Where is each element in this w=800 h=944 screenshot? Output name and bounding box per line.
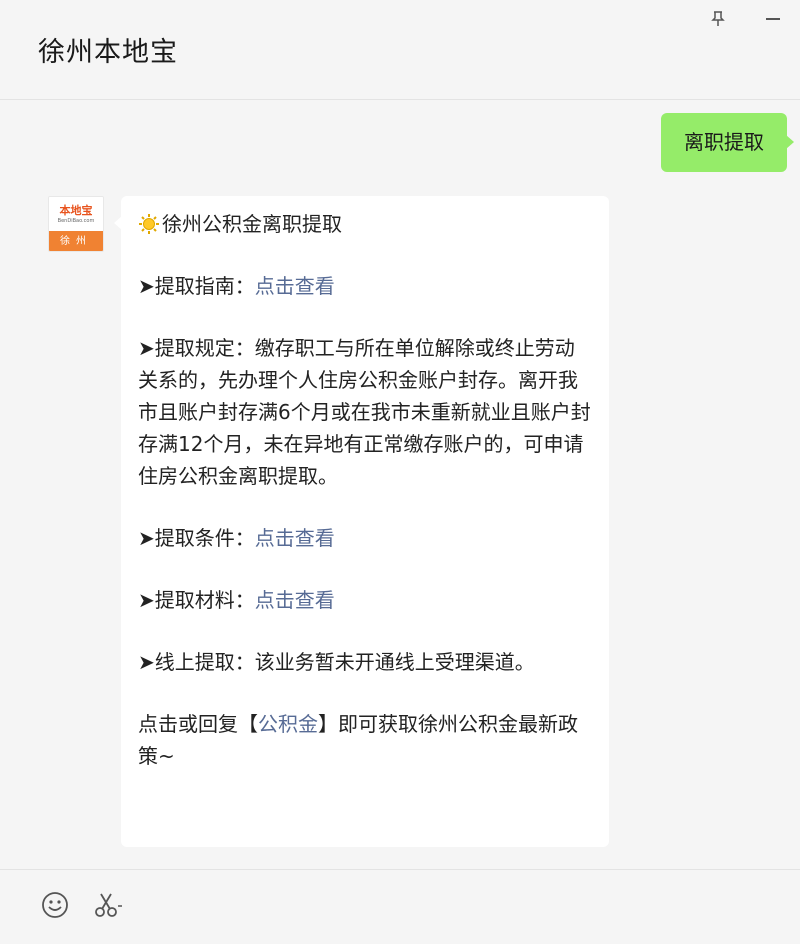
minimize-icon[interactable] xyxy=(762,8,784,30)
chat-title: 徐州本地宝 xyxy=(38,37,178,68)
avatar-sub: BenDiBao.com xyxy=(57,217,95,224)
message-title: 徐州公积金离职提取 xyxy=(138,208,592,240)
incoming-message[interactable]: 徐州公积金离职提取 ➤提取指南：点击查看 ➤提取规定：缴存职工与所在单位解除或终… xyxy=(114,196,609,847)
conditions-link[interactable]: 点击查看 xyxy=(255,526,335,550)
online-text: 该业务暂未开通线上受理渠道。 xyxy=(254,650,535,674)
chat-header: 徐州本地宝 xyxy=(0,0,800,100)
smile-icon[interactable] xyxy=(38,888,72,922)
rules-label: ➤提取规定： xyxy=(138,336,255,360)
sun-icon xyxy=(139,214,159,234)
avatar-city: 徐州 xyxy=(49,231,103,251)
rules-line: ➤提取规定：缴存职工与所在单位解除或终止劳动关系的，先办理个人住房公积金账户封存… xyxy=(138,332,592,492)
conditions-line: ➤提取条件：点击查看 xyxy=(138,522,592,554)
input-toolbar xyxy=(0,869,800,944)
footer-before: 点击或回复【 xyxy=(138,712,258,736)
outgoing-message[interactable]: 离职提取 xyxy=(661,113,794,172)
keyword-link[interactable]: 公积金 xyxy=(258,712,318,736)
online-line: ➤线上提取：该业务暂未开通线上受理渠道。 xyxy=(138,646,592,678)
avatar-logo: 本地宝 BenDiBao.com xyxy=(49,197,103,231)
footer-line: 点击或回复【公积金】即可获取徐州公积金最新政策~ xyxy=(138,708,592,772)
message-list[interactable]: 离职提取 本地宝 BenDiBao.com 徐州 徐州公积金离职提取 ➤提取指南… xyxy=(0,101,800,869)
materials-link[interactable]: 点击查看 xyxy=(255,588,335,612)
pin-icon[interactable] xyxy=(707,8,729,30)
message-title-text: 徐州公积金离职提取 xyxy=(162,212,342,236)
guide-line: ➤提取指南：点击查看 xyxy=(138,270,592,302)
online-label: ➤线上提取： xyxy=(138,650,255,674)
avatar[interactable]: 本地宝 BenDiBao.com 徐州 xyxy=(48,196,104,252)
guide-link[interactable]: 点击查看 xyxy=(255,274,335,298)
scissors-icon[interactable] xyxy=(92,888,126,922)
outgoing-message-text: 离职提取 xyxy=(684,130,764,154)
materials-line: ➤提取材料：点击查看 xyxy=(138,584,592,616)
conditions-label: ➤提取条件： xyxy=(138,526,255,550)
avatar-brand: 本地宝 xyxy=(59,203,93,217)
materials-label: ➤提取材料： xyxy=(138,588,255,612)
guide-label: ➤提取指南： xyxy=(138,274,255,298)
